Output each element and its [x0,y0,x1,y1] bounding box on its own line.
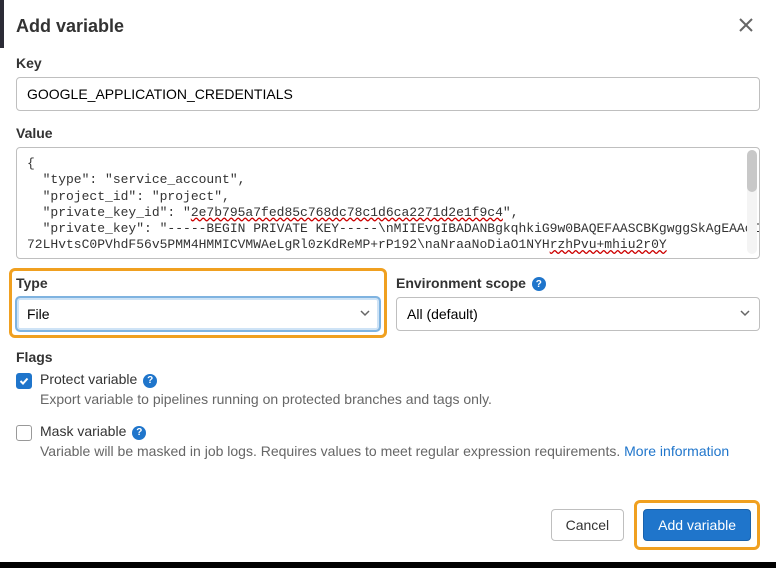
protect-label: Protect variable ? [40,371,157,387]
modal-title: Add variable [16,16,760,37]
scope-label: Environment scope ? [396,275,760,291]
submit-highlight: Add variable [634,500,760,550]
protect-variable-row: Protect variable ? Export variable to pi… [16,371,760,407]
protect-desc: Export variable to pipelines running on … [40,391,760,407]
scrollbar-thumb[interactable] [747,150,757,192]
type-select[interactable]: File [16,297,380,331]
flags-label: Flags [16,349,760,365]
help-icon[interactable]: ? [143,374,157,388]
type-highlight: Type File [9,268,387,338]
mask-label: Mask variable ? [40,423,146,439]
mask-checkbox[interactable] [16,425,32,441]
help-icon[interactable]: ? [132,426,146,440]
modal-footer: Cancel Add variable [551,500,760,550]
add-variable-button[interactable]: Add variable [643,509,751,541]
value-content: { "type": "service_account", "project_id… [27,156,749,254]
protect-checkbox[interactable] [16,373,32,389]
close-button[interactable] [734,14,758,38]
help-icon[interactable]: ? [532,277,546,291]
check-icon [19,376,29,386]
type-label: Type [16,275,380,291]
scope-select[interactable]: All (default) [396,297,760,331]
type-value: File [27,306,50,322]
scrollbar[interactable] [747,150,757,254]
close-icon [739,18,753,32]
value-hash: 2e7b795a7fed85c768dc78c1d6ca2271d2e1f9c4 [191,205,503,220]
mask-variable-row: Mask variable ? Variable will be masked … [16,423,760,459]
mask-desc: Variable will be masked in job logs. Req… [40,443,760,459]
value-textarea[interactable]: { "type": "service_account", "project_id… [16,147,760,259]
key-input[interactable] [16,77,760,111]
cancel-button[interactable]: Cancel [551,509,625,541]
scope-value: All (default) [407,306,478,322]
window-bottom-edge [0,562,776,568]
value-label: Value [16,125,760,141]
add-variable-modal: Add variable Key Value { "type": "servic… [0,0,776,562]
key-label: Key [16,55,760,71]
more-info-link[interactable]: More information [624,443,729,459]
